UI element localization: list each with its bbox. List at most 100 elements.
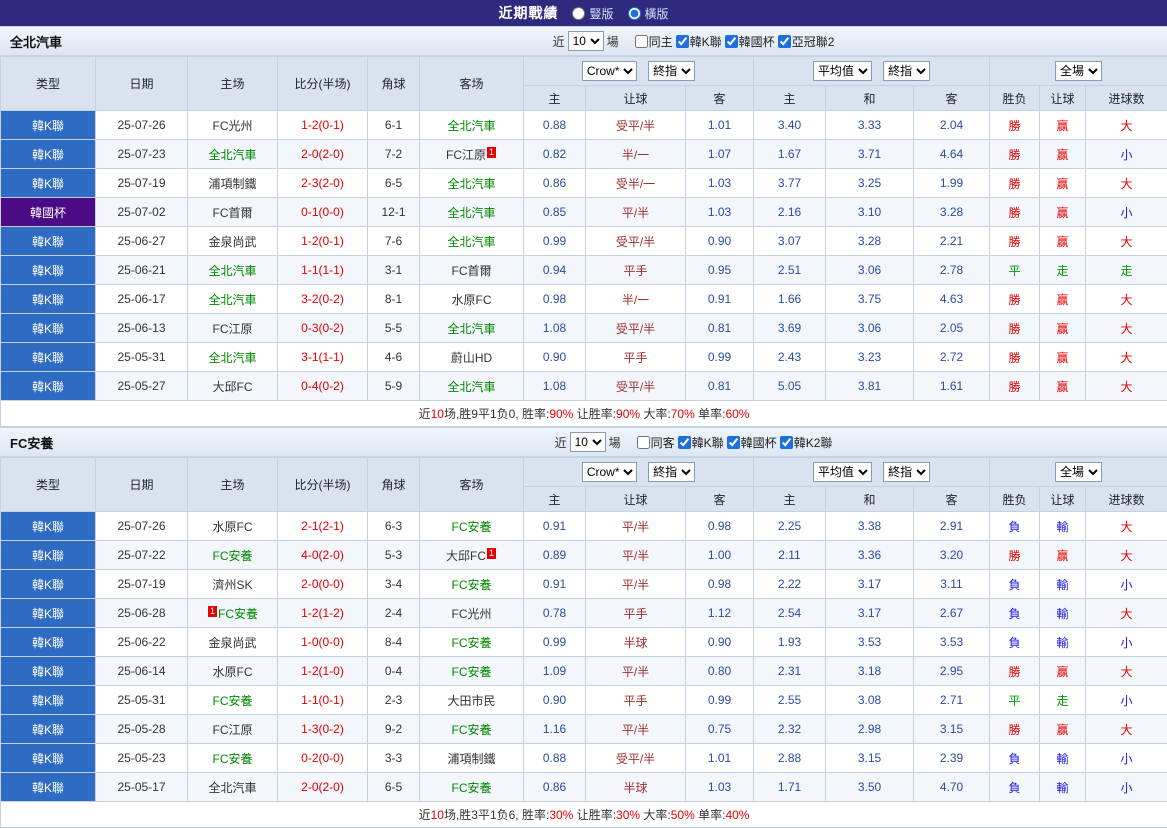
team-name[interactable]: 水原FC [213, 665, 253, 679]
league-filter-2[interactable]: 韓國杯 [725, 33, 775, 50]
team-section-header: FC安養 近 10 場 同客 韓K聯 韓國杯 韓K2聯 [0, 427, 1167, 457]
goals-result-cell: 小 [1086, 140, 1167, 169]
horizontal-layout-option[interactable]: 橫版 [628, 5, 669, 22]
same-side-filter[interactable]: 同客 [637, 434, 675, 451]
league-filter-1[interactable]: 韓K聯 [676, 33, 722, 50]
team-name[interactable]: 全北汽車 [447, 206, 495, 220]
league-checkbox-3[interactable] [778, 35, 791, 48]
same-side-checkbox[interactable] [637, 436, 650, 449]
ah-line: 受平/半 [586, 744, 686, 773]
bookmaker-select[interactable]: Crow* [582, 61, 637, 81]
league-cell[interactable]: 韓國杯 [1, 198, 96, 227]
recent-count-select[interactable]: 10 [568, 31, 604, 51]
team-name[interactable]: 全北汽車 [447, 177, 495, 191]
league-cell[interactable]: 韓K聯 [1, 512, 96, 541]
league-checkbox-2[interactable] [727, 436, 740, 449]
league-cell[interactable]: 韓K聯 [1, 686, 96, 715]
same-side-filter[interactable]: 同主 [635, 33, 673, 50]
team-name[interactable]: 金泉尚武 [208, 235, 256, 249]
team-name[interactable]: 水原FC [452, 293, 492, 307]
team-name[interactable]: FC安養 [213, 752, 253, 766]
final-euro-odds-select[interactable]: 終指 [883, 462, 930, 482]
team-name[interactable]: FC安養 [452, 781, 492, 795]
league-cell[interactable]: 韓K聯 [1, 599, 96, 628]
team-name[interactable]: 水原FC [213, 520, 253, 534]
filters-bar: 近 10 場 同主 韓K聯 韓國杯 亞冠聯2 [230, 31, 1157, 51]
home-team-cell: 全北汽車 [188, 285, 278, 314]
team-name[interactable]: 全北汽車 [208, 148, 256, 162]
league-cell[interactable]: 韓K聯 [1, 628, 96, 657]
scope-select[interactable]: 全場 [1055, 462, 1102, 482]
league-checkbox-1[interactable] [678, 436, 691, 449]
team-name[interactable]: 濟州SK [212, 578, 252, 592]
team-name[interactable]: FC首爾 [213, 206, 253, 220]
vertical-layout-radio[interactable] [572, 7, 585, 20]
final-odds-select[interactable]: 終指 [648, 61, 695, 81]
team-name[interactable]: FC安養 [452, 636, 492, 650]
team-name[interactable]: FC安養 [452, 578, 492, 592]
team-name[interactable]: FC安養 [213, 694, 253, 708]
recent-count-select[interactable]: 10 [570, 432, 606, 452]
team-name[interactable]: 全北汽車 [447, 322, 495, 336]
league-cell[interactable]: 韓K聯 [1, 140, 96, 169]
team-name[interactable]: 大邱FC [213, 380, 253, 394]
team-name[interactable]: FC安養 [452, 723, 492, 737]
team-name[interactable]: 全北汽車 [208, 351, 256, 365]
league-cell[interactable]: 韓K聯 [1, 227, 96, 256]
horizontal-layout-radio[interactable] [628, 7, 641, 20]
scope-select[interactable]: 全場 [1055, 61, 1102, 81]
league-filter-1[interactable]: 韓K聯 [678, 434, 724, 451]
vertical-layout-option[interactable]: 豎版 [572, 5, 613, 22]
bookmaker-select[interactable]: Crow* [582, 462, 637, 482]
team-name[interactable]: 全北汽車 [208, 264, 256, 278]
league-cell[interactable]: 韓K聯 [1, 111, 96, 140]
team-name[interactable]: 全北汽車 [447, 235, 495, 249]
team-name[interactable]: FC光州 [452, 607, 492, 621]
league-cell[interactable]: 韓K聯 [1, 773, 96, 802]
team-name[interactable]: FC安養 [452, 520, 492, 534]
team-name[interactable]: FC江原 [213, 723, 253, 737]
team-name[interactable]: 浦項制鐵 [208, 177, 256, 191]
league-cell[interactable]: 韓K聯 [1, 314, 96, 343]
team-name[interactable]: FC光州 [213, 119, 253, 133]
score-cell: 2-3(2-0) [278, 169, 368, 198]
team-name[interactable]: 全北汽車 [208, 781, 256, 795]
team-name[interactable]: 蔚山HD [451, 351, 492, 365]
league-checkbox-3[interactable] [780, 436, 793, 449]
league-filter-2[interactable]: 韓國杯 [727, 434, 777, 451]
league-cell[interactable]: 韓K聯 [1, 657, 96, 686]
team-name[interactable]: FC安養 [452, 665, 492, 679]
team-name[interactable]: 浦項制鐵 [447, 752, 495, 766]
team-name[interactable]: 全北汽車 [447, 119, 495, 133]
league-cell[interactable]: 韓K聯 [1, 256, 96, 285]
average-odds-select[interactable]: 平均值 [813, 61, 872, 81]
league-cell[interactable]: 韓K聯 [1, 570, 96, 599]
team-name[interactable]: FC首爾 [452, 264, 492, 278]
league-cell[interactable]: 韓K聯 [1, 715, 96, 744]
league-cell[interactable]: 韓K聯 [1, 285, 96, 314]
league-cell[interactable]: 韓K聯 [1, 541, 96, 570]
final-euro-odds-select[interactable]: 終指 [883, 61, 930, 81]
team-name[interactable]: 全北汽車 [447, 380, 495, 394]
team-name[interactable]: FC江原 [213, 322, 253, 336]
league-cell[interactable]: 韓K聯 [1, 372, 96, 401]
league-cell[interactable]: 韓K聯 [1, 744, 96, 773]
final-odds-select[interactable]: 終指 [648, 462, 695, 482]
league-cell[interactable]: 韓K聯 [1, 169, 96, 198]
team-name[interactable]: FC安養 [218, 607, 258, 621]
league-filter-3[interactable]: 亞冠聯2 [778, 33, 835, 50]
away-team-cell: 全北汽車 [420, 169, 524, 198]
league-checkbox-2[interactable] [725, 35, 738, 48]
score-cell: 1-2(1-2) [278, 599, 368, 628]
league-filter-3[interactable]: 韓K2聯 [780, 434, 833, 451]
same-side-checkbox[interactable] [635, 35, 648, 48]
team-name[interactable]: 金泉尚武 [208, 636, 256, 650]
league-cell[interactable]: 韓K聯 [1, 343, 96, 372]
team-name[interactable]: 全北汽車 [208, 293, 256, 307]
team-name[interactable]: 大邱FC [446, 549, 486, 563]
team-name[interactable]: 大田市民 [447, 694, 495, 708]
team-name[interactable]: FC江原 [446, 148, 486, 162]
team-name[interactable]: FC安養 [213, 549, 253, 563]
average-odds-select[interactable]: 平均值 [813, 462, 872, 482]
league-checkbox-1[interactable] [676, 35, 689, 48]
